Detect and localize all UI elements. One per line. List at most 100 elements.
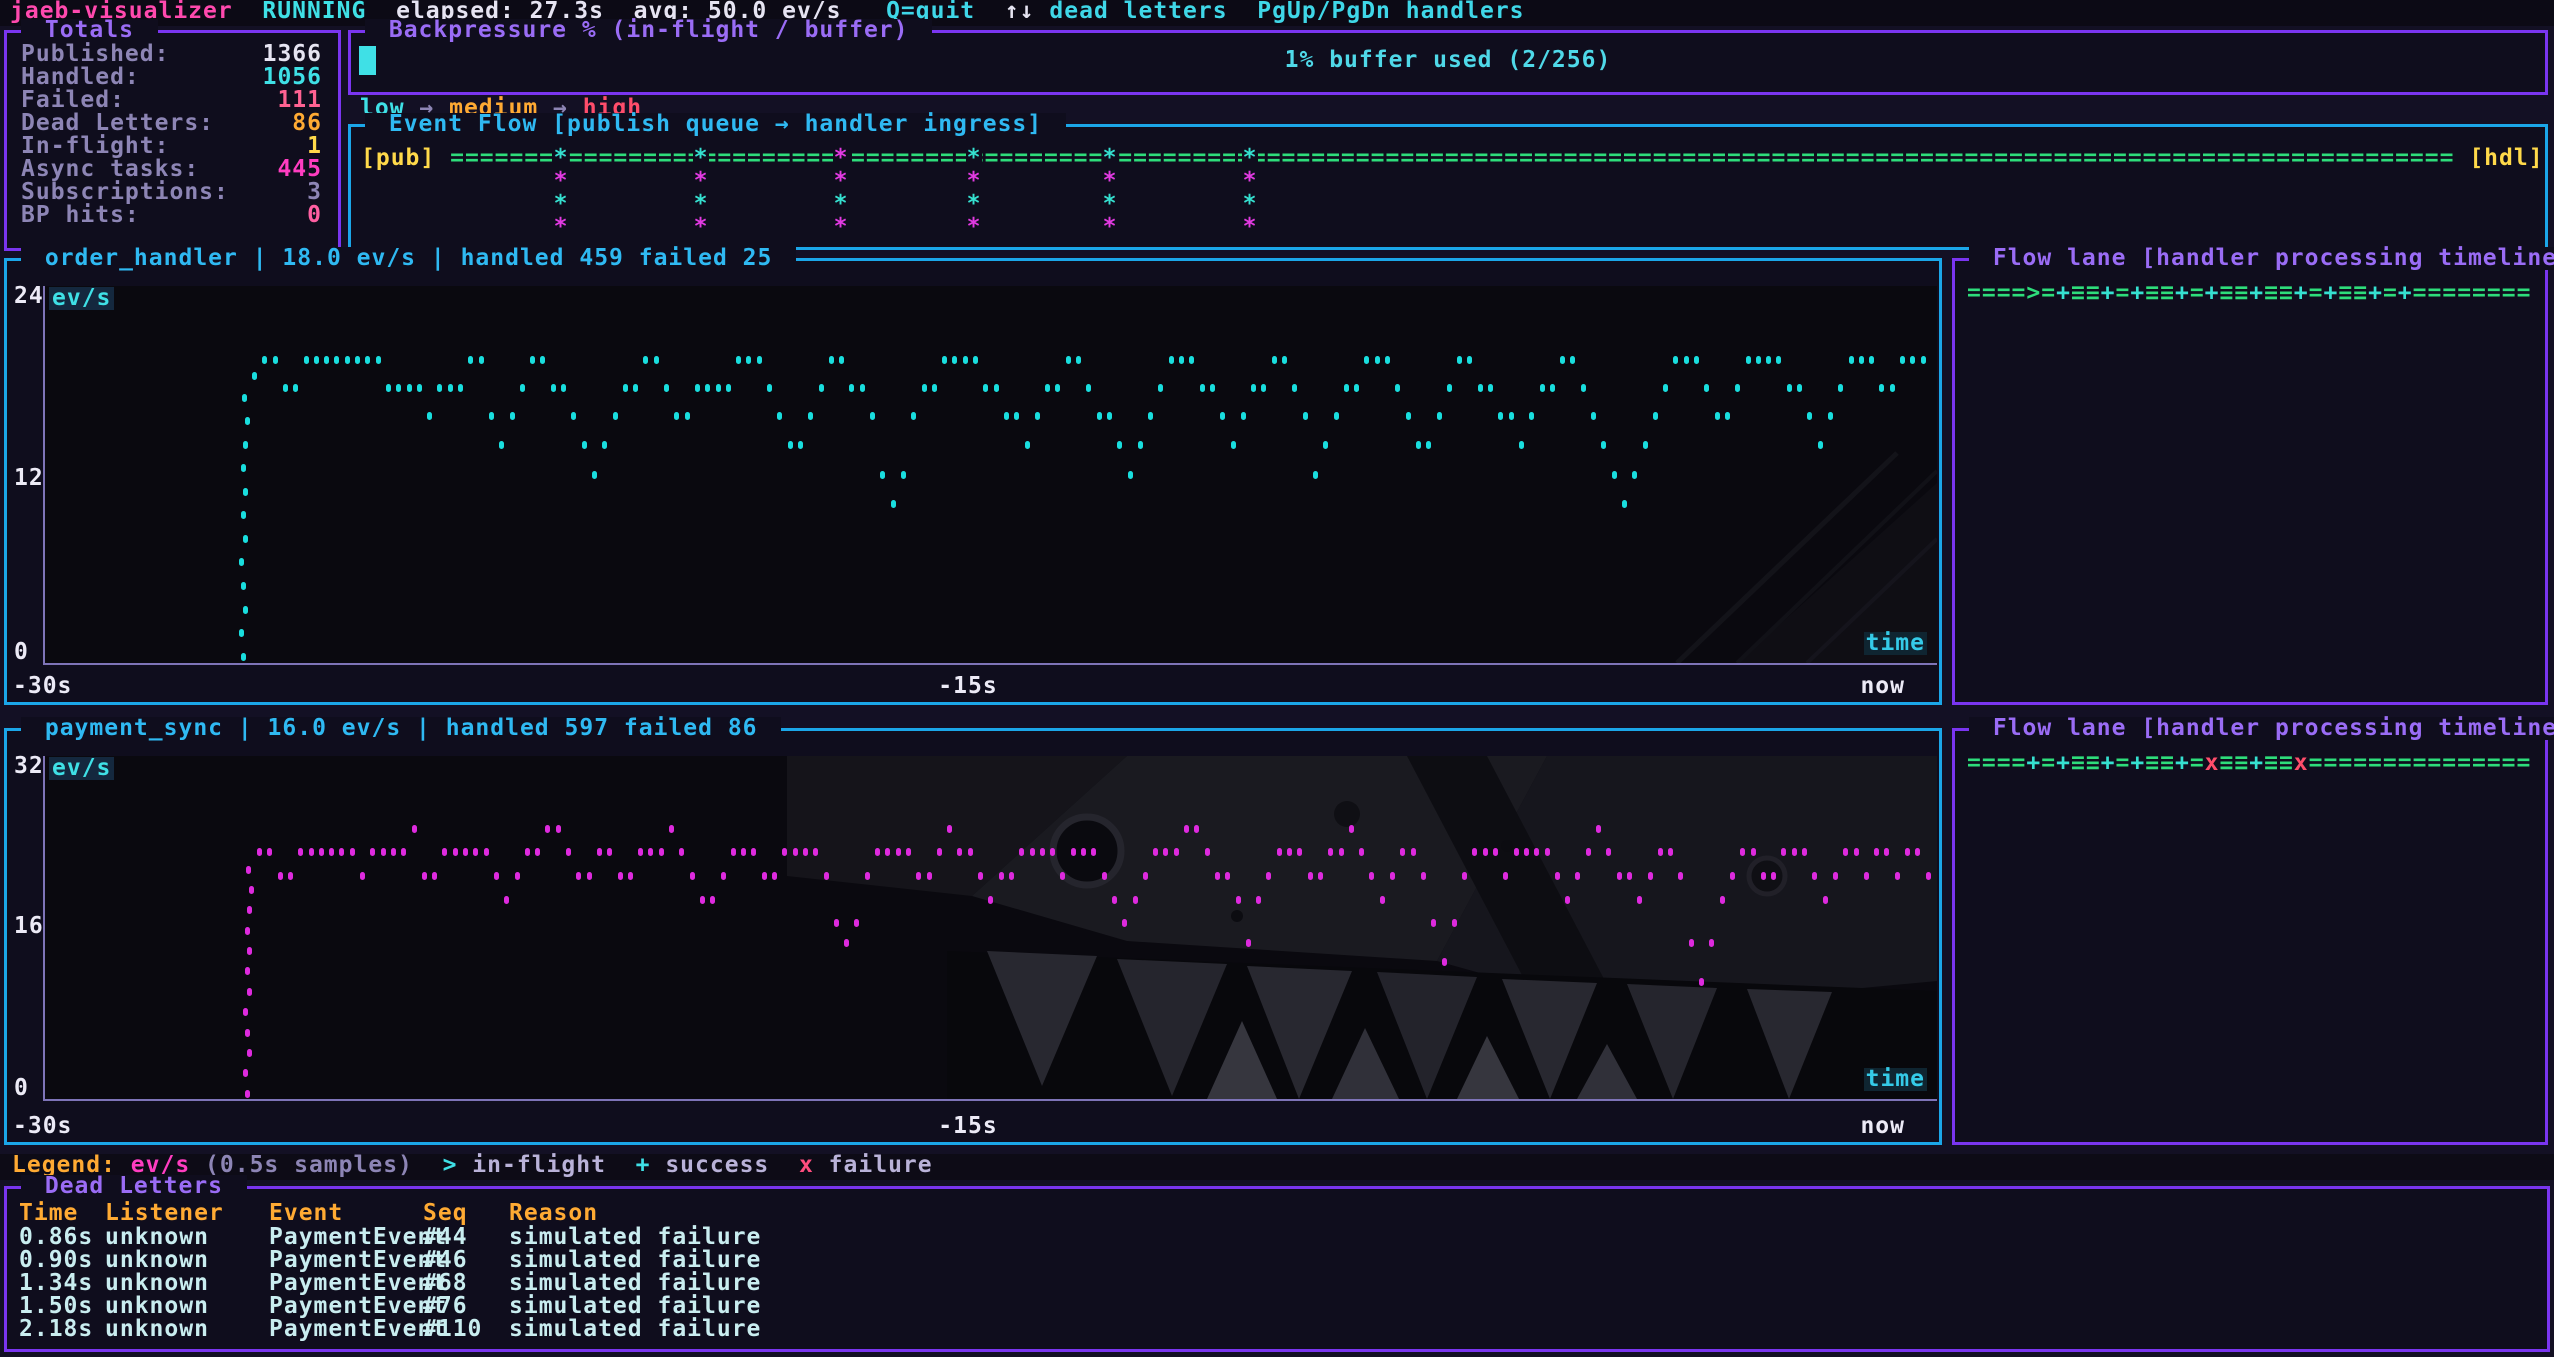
data-point	[1761, 872, 1766, 880]
data-point	[243, 606, 248, 614]
token-c: +	[2398, 280, 2413, 306]
data-point	[1107, 412, 1112, 420]
data-point	[499, 441, 504, 449]
flow-event-star: *	[833, 147, 849, 170]
data-point	[891, 500, 896, 508]
data-point	[1025, 441, 1030, 449]
event-flow-panel: Event Flow [publish queue → handler ingr…	[348, 124, 2548, 250]
token-key[interactable]: PgUp/PgDn handlers	[1257, 0, 1524, 24]
token-g: ≡≡	[2264, 750, 2294, 776]
event-flow-panel-title: Event Flow [publish queue → handler ingr…	[365, 113, 1066, 136]
data-point	[427, 412, 432, 420]
data-point	[273, 356, 278, 364]
table-row: 1.34sunknownPaymentEvent#68simulated fai…	[7, 1272, 2547, 1295]
data-point	[731, 848, 736, 856]
table-cell: simulated failure	[509, 1249, 761, 1272]
data-point	[849, 384, 854, 392]
data-point	[1776, 356, 1781, 364]
data-point	[1890, 384, 1895, 392]
data-point	[1189, 356, 1194, 364]
data-point	[1019, 848, 1024, 856]
data-point	[1050, 848, 1055, 856]
data-point	[1601, 441, 1606, 449]
data-point	[1720, 896, 1725, 904]
data-point	[1632, 471, 1637, 479]
token-c: +	[2294, 280, 2309, 306]
data-point	[983, 384, 988, 392]
data-point	[1900, 356, 1905, 364]
token-c: +	[2205, 280, 2220, 306]
data-point	[1359, 848, 1364, 856]
flow-event-star: *	[553, 147, 569, 170]
data-point	[1292, 384, 1297, 392]
data-point	[1879, 384, 1884, 392]
totals-row: Subscriptions:3	[21, 181, 322, 204]
data-point	[1493, 848, 1498, 856]
data-point	[803, 848, 808, 856]
data-point	[504, 896, 509, 904]
totals-label: Async tasks:	[21, 158, 199, 181]
data-point	[1225, 872, 1230, 880]
flow-event-star: *	[1242, 147, 1258, 170]
data-point	[1684, 356, 1689, 364]
data-point	[1385, 356, 1390, 364]
table-cell: 0.90s	[19, 1249, 93, 1272]
data-point	[1091, 848, 1096, 856]
data-point	[705, 384, 710, 392]
data-point	[875, 848, 880, 856]
data-point	[999, 872, 1004, 880]
data-point	[1498, 412, 1503, 420]
flow-lane-timeline: ====>=+≡≡+=+≡≡+=+≡≡+≡≡+=+≡≡+=+========	[1967, 282, 2531, 305]
data-point	[690, 872, 695, 880]
data-point	[245, 927, 250, 935]
data-point	[721, 872, 726, 880]
data-point	[566, 848, 571, 856]
data-point	[1550, 384, 1555, 392]
data-point	[1807, 412, 1812, 420]
data-point	[1658, 848, 1663, 856]
data-point	[1555, 872, 1560, 880]
flow-event-star: *	[833, 193, 849, 216]
data-point	[241, 464, 246, 472]
data-point	[243, 441, 248, 449]
data-point	[1653, 412, 1658, 420]
token-g: ≡≡	[2145, 280, 2175, 306]
data-point	[1334, 412, 1339, 420]
token-g: ≡≡	[2071, 750, 2101, 776]
data-point	[381, 848, 386, 856]
data-point	[685, 412, 690, 420]
background-art-plates	[1377, 443, 1937, 663]
data-point	[1771, 872, 1776, 880]
data-point	[407, 384, 412, 392]
totals-value: 1366	[263, 43, 322, 66]
table-cell: simulated failure	[509, 1295, 761, 1318]
data-point	[1843, 848, 1848, 856]
data-point	[432, 872, 437, 880]
dead-letters-panel-title: Dead Letters	[21, 1175, 247, 1198]
data-point	[370, 848, 375, 856]
data-point	[489, 412, 494, 420]
data-point	[324, 356, 329, 364]
totals-label: In-flight:	[21, 135, 169, 158]
token-cyan: +	[636, 1152, 651, 1178]
data-point	[304, 356, 309, 364]
data-point	[249, 886, 254, 894]
data-point	[350, 848, 355, 856]
token-c: +	[2175, 750, 2190, 776]
table-cell: #46	[423, 1249, 468, 1272]
data-point	[1797, 384, 1802, 392]
token-key[interactable]: dead letters	[1049, 0, 1227, 24]
hdl-label: [hdl]	[2454, 145, 2543, 171]
data-point	[597, 848, 602, 856]
data-point	[1158, 384, 1163, 392]
flow-event-star: *	[693, 170, 709, 193]
x-tick-start: -30s	[13, 1115, 72, 1138]
payment-sync-panel: payment_sync | 16.0 ev/s | handled 597 f…	[4, 728, 1942, 1145]
data-point	[267, 848, 272, 856]
data-point	[1884, 848, 1889, 856]
data-point	[1596, 825, 1601, 833]
data-point	[545, 825, 550, 833]
data-point	[463, 848, 468, 856]
y-axis-unit-label: ev/s	[49, 287, 114, 310]
data-point	[762, 872, 767, 880]
